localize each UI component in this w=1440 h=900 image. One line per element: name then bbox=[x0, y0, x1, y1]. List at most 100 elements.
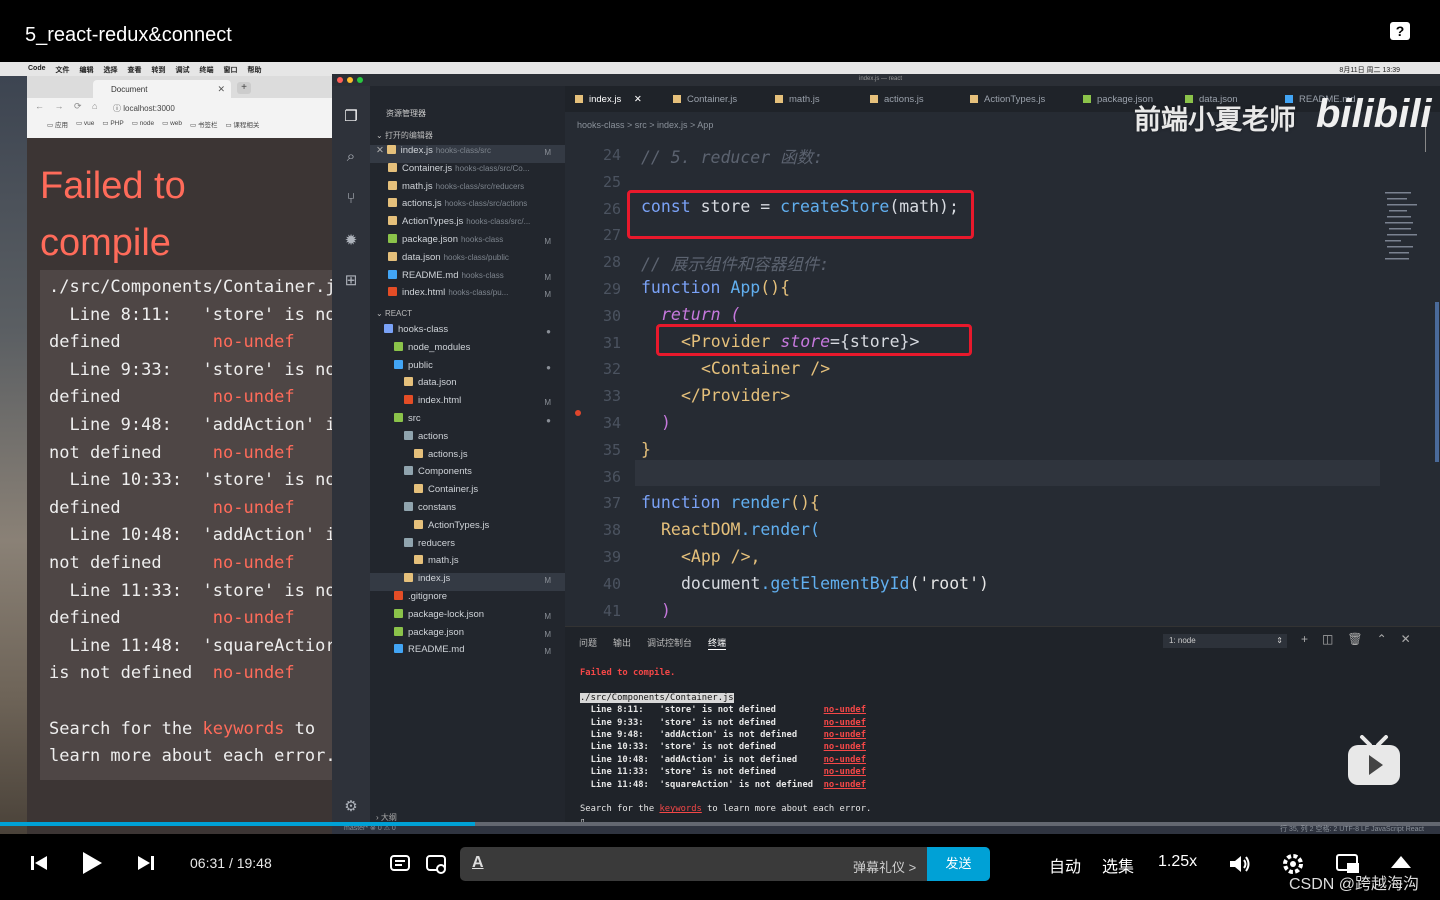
close-icon[interactable]: ✕ bbox=[376, 145, 387, 156]
tree-item[interactable]: actions bbox=[370, 430, 565, 449]
editor-tab[interactable]: Container.js bbox=[673, 94, 737, 105]
add-terminal-icon[interactable]: + bbox=[1301, 632, 1308, 646]
gear-icon[interactable]: ⚙ bbox=[342, 798, 360, 816]
danmaku-style-icon[interactable]: A bbox=[472, 854, 484, 872]
danmaku-input[interactable]: A 弹幕礼仪 > 发送 bbox=[460, 847, 990, 881]
panel-tab[interactable]: 终端 bbox=[708, 636, 727, 650]
danmaku-settings-icon[interactable] bbox=[425, 853, 447, 875]
episodes-button[interactable]: 选集 bbox=[1102, 853, 1134, 877]
danmaku-etiquette-link[interactable]: 弹幕礼仪 > bbox=[853, 857, 916, 876]
keywords-link[interactable]: keywords bbox=[203, 719, 285, 739]
editor-tab[interactable]: ActionTypes.js bbox=[970, 94, 1045, 105]
open-editors-header[interactable]: ⌄ 打开的编辑器 bbox=[376, 130, 433, 141]
trash-icon[interactable]: 🗑 bbox=[1347, 632, 1362, 646]
editor-tab[interactable]: math.js bbox=[775, 94, 820, 105]
open-editor-item[interactable]: ✕ index.js hooks-class/src M bbox=[370, 145, 565, 163]
tree-item[interactable]: data.json bbox=[370, 377, 565, 395]
open-editor-item[interactable]: README.md hooks-class M bbox=[370, 269, 565, 288]
open-editor-item[interactable]: actions.js hooks-class/src/actions bbox=[370, 198, 565, 216]
terminal-rule[interactable]: no-undef bbox=[824, 730, 866, 740]
tree-item[interactable]: README.md M bbox=[370, 644, 565, 662]
mac-menu-item[interactable]: 帮助 bbox=[248, 65, 262, 75]
bookmark-item[interactable]: ▭ PHP bbox=[102, 119, 123, 129]
bookmark-item[interactable]: ▭ 书签栏 bbox=[190, 119, 217, 129]
terminal-select[interactable]: 1: node ⇕ bbox=[1163, 634, 1287, 648]
previous-icon[interactable] bbox=[30, 854, 48, 872]
danmaku-toggle-icon[interactable] bbox=[389, 853, 411, 875]
panel-tab[interactable]: 问题 bbox=[579, 636, 597, 650]
mac-menu-item[interactable]: 编辑 bbox=[80, 65, 94, 75]
tree-item[interactable]: index.html M bbox=[370, 395, 565, 413]
search-icon[interactable]: ⌕ bbox=[342, 148, 360, 166]
panel-tab[interactable]: 输出 bbox=[613, 636, 631, 650]
video-frame[interactable]: Code 文件 编辑 选择 查看 转到 调试 终端 窗口 帮助 8月11日 周二 13:39 Do… bbox=[0, 62, 1440, 834]
terminal-rule[interactable]: no-undef bbox=[824, 755, 866, 765]
terminal-rule[interactable]: no-undef bbox=[824, 718, 866, 728]
extensions-icon[interactable]: ⊞ bbox=[342, 272, 360, 290]
tree-item[interactable]: Container.js bbox=[370, 484, 565, 502]
open-editor-item[interactable]: ActionTypes.js hooks-class/src/... bbox=[370, 216, 565, 234]
bilibili-tv-icon[interactable] bbox=[1346, 735, 1402, 787]
tree-item[interactable]: public ● bbox=[370, 359, 565, 378]
bookmark-item[interactable]: ▭ 课程相关 bbox=[225, 119, 259, 129]
progress-track[interactable] bbox=[0, 822, 1440, 826]
mac-menu-item[interactable]: 调试 bbox=[176, 65, 190, 75]
editor-tab[interactable]: index.js ✕ bbox=[575, 94, 642, 105]
open-editor-item[interactable]: index.html hooks-class/pu... M bbox=[370, 287, 565, 305]
new-tab-icon[interactable]: + bbox=[237, 82, 251, 94]
terminal-output[interactable]: Failed to compile. ./src/Components/Cont… bbox=[580, 667, 871, 828]
tree-item[interactable]: src ● bbox=[370, 413, 565, 431]
url-field[interactable]: ⓘ localhost:3000 bbox=[107, 100, 337, 114]
close-icon[interactable]: ✕ bbox=[1401, 632, 1411, 646]
tree-item[interactable]: index.js M bbox=[370, 573, 565, 591]
tree-item[interactable]: constans bbox=[370, 502, 565, 520]
editor-tab[interactable]: actions.js bbox=[870, 94, 924, 105]
open-editor-item[interactable]: math.js hooks-class/src/reducers bbox=[370, 180, 565, 199]
tree-item[interactable]: .gitignore bbox=[370, 591, 565, 609]
tree-item[interactable]: math.js bbox=[370, 555, 565, 573]
workspace-header[interactable]: ⌄ REACT bbox=[376, 309, 412, 318]
mac-menu-item[interactable]: 终端 bbox=[200, 65, 214, 75]
play-icon[interactable] bbox=[80, 851, 104, 875]
breadcrumb[interactable]: hooks-class > src > index.js > App bbox=[577, 120, 713, 130]
minimap[interactable] bbox=[1375, 112, 1440, 492]
mac-menu-item[interactable]: 文件 bbox=[56, 65, 70, 75]
tree-item[interactable]: Components bbox=[370, 466, 565, 484]
terminal-rule[interactable]: no-undef bbox=[824, 780, 866, 790]
send-button[interactable]: 发送 bbox=[927, 847, 990, 881]
tree-item[interactable]: package.json M bbox=[370, 626, 565, 645]
mac-menu-item[interactable]: 查看 bbox=[128, 65, 142, 75]
terminal-rule[interactable]: no-undef bbox=[824, 767, 866, 777]
browser-tab[interactable]: Document ✕ bbox=[93, 80, 231, 98]
nav-arrows-icon[interactable]: ← → ⟳ ⌂ bbox=[35, 101, 101, 112]
mac-menu-item[interactable]: 转到 bbox=[152, 65, 166, 75]
open-editor-item[interactable]: Container.js hooks-class/src/Co... bbox=[370, 162, 565, 181]
tree-item[interactable]: node_modules bbox=[370, 341, 565, 360]
bookmark-item[interactable]: ▭ web bbox=[162, 119, 182, 129]
chevron-up-icon[interactable]: ⌃ bbox=[1377, 632, 1387, 646]
maximize-window-icon[interactable] bbox=[357, 77, 363, 83]
open-editor-item[interactable]: data.json hooks-class/public bbox=[370, 251, 565, 270]
split-terminal-icon[interactable]: ◫ bbox=[1322, 632, 1333, 646]
terminal-rule[interactable]: no-undef bbox=[824, 742, 866, 752]
breakpoint-icon[interactable] bbox=[575, 410, 581, 416]
bookmark-item[interactable]: ▭ node bbox=[132, 119, 154, 129]
mac-menu-item[interactable]: 窗口 bbox=[224, 65, 238, 75]
keywords-link[interactable]: keywords bbox=[659, 804, 701, 814]
tree-item[interactable]: ActionTypes.js bbox=[370, 519, 565, 538]
fullscreen-icon[interactable] bbox=[1389, 852, 1413, 870]
speed-button[interactable]: 1.25x bbox=[1158, 853, 1197, 871]
mac-menu-item[interactable]: Code bbox=[28, 65, 46, 75]
explorer-icon[interactable]: ❐ bbox=[342, 108, 360, 126]
terminal-rule[interactable]: no-undef bbox=[824, 705, 866, 715]
close-icon[interactable]: ✕ bbox=[217, 84, 225, 95]
bookmark-item[interactable]: ▭ 应用 bbox=[47, 119, 68, 129]
tree-item[interactable]: actions.js bbox=[370, 448, 565, 467]
volume-icon[interactable] bbox=[1228, 853, 1252, 875]
minimize-window-icon[interactable] bbox=[347, 77, 353, 83]
open-editor-item[interactable]: package.json hooks-class M bbox=[370, 234, 565, 252]
tree-item[interactable]: package-lock.json M bbox=[370, 608, 565, 627]
mac-menu-item[interactable]: 选择 bbox=[104, 65, 118, 75]
help-icon[interactable]: ? bbox=[1390, 22, 1410, 40]
quality-button[interactable]: 自动 bbox=[1049, 853, 1081, 877]
